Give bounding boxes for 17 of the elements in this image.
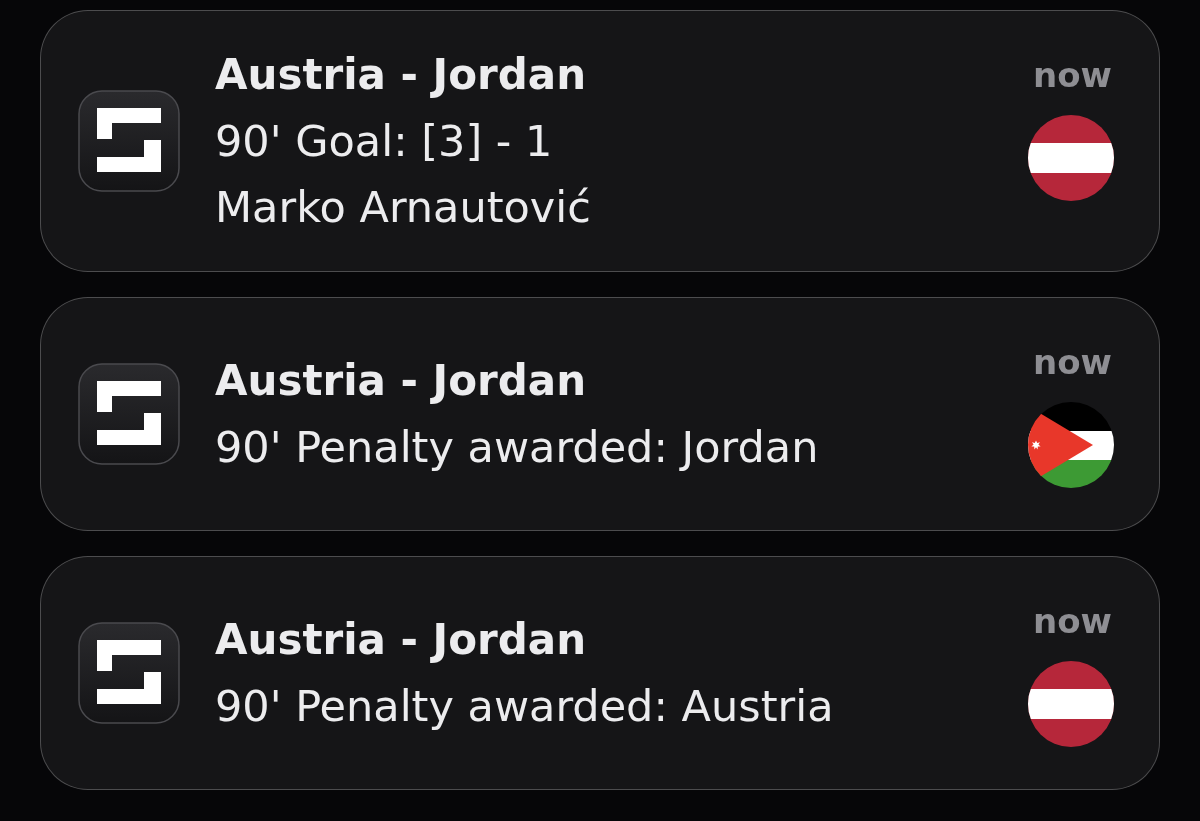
notification-title: Austria - Jordan: [215, 614, 588, 666]
timestamp: now: [1033, 341, 1112, 384]
app-icon: [78, 622, 180, 724]
flag-icon: [1028, 402, 1114, 488]
notification-title: Austria - Jordan: [215, 355, 588, 407]
notification-message: 90' Goal: [3] - 1: [215, 115, 554, 168]
notification-message: 90' Penalty awarded: Jordan: [215, 421, 820, 474]
app-icon: [78, 363, 180, 465]
notification-message: 90' Penalty awarded: Austria: [215, 680, 835, 733]
timestamp: now: [1033, 54, 1112, 97]
notification-card[interactable]: Austria - Jordan 90' Goal: [3] - 1 Marko Arnautović now: [40, 10, 1160, 272]
app-icon: [78, 90, 180, 192]
timestamp: now: [1033, 600, 1112, 643]
notification-title: Austria - Jordan: [215, 49, 588, 101]
notification-card[interactable]: Austria - Jordan 90' Penalty awarded: Austria now: [40, 556, 1160, 790]
notification-message: Marko Arnautović: [215, 181, 592, 234]
notification-card[interactable]: Austria - Jordan 90' Penalty awarded: Jordan now: [40, 297, 1160, 531]
